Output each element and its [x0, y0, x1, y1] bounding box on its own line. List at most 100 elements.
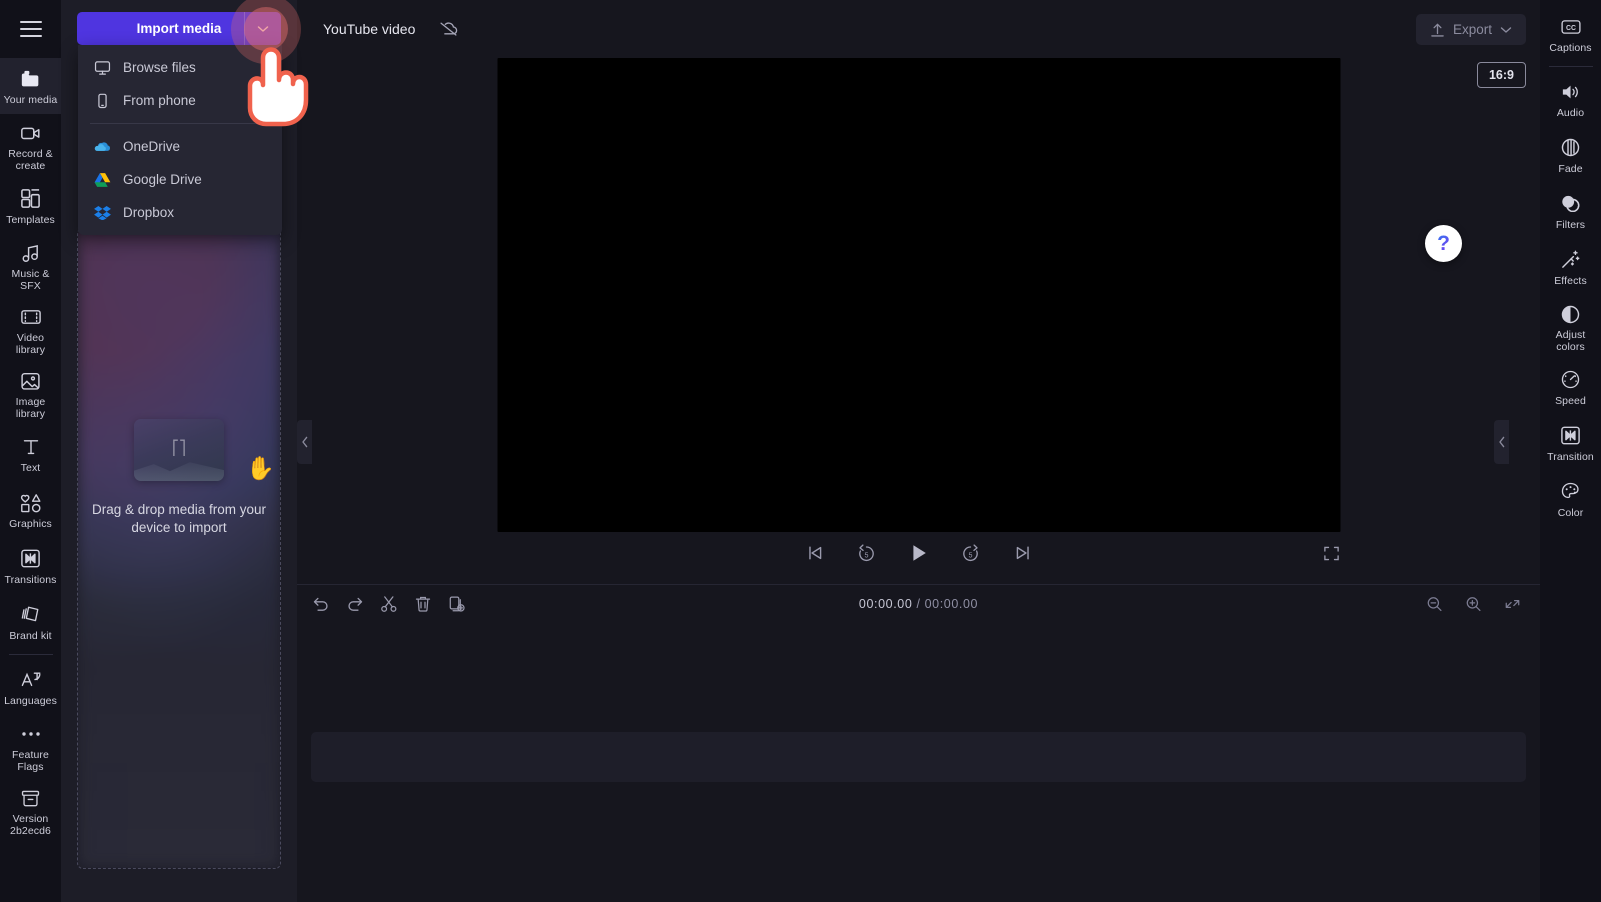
media-dropzone[interactable]: ⎡⎤ ✋ Drag & drop media from your device …: [77, 228, 281, 869]
menu-item-label: Dropbox: [123, 205, 174, 220]
left-sidebar: Your media Record & create Templates: [0, 0, 61, 902]
right-item-captions[interactable]: CC Captions: [1540, 6, 1601, 62]
right-item-label: Captions: [1549, 43, 1591, 55]
sidebar-item-record-create[interactable]: Record & create: [0, 114, 61, 178]
fullscreen-icon: [1323, 545, 1340, 562]
menu-item-google-drive[interactable]: Google Drive: [78, 163, 282, 196]
sidebar-item-templates[interactable]: Templates: [0, 178, 61, 234]
forward-5-seconds-button[interactable]: 5: [956, 538, 986, 568]
playback-controls: 5 5: [297, 538, 1540, 568]
zoom-in-icon: [1465, 595, 1482, 612]
fullscreen-button[interactable]: [1318, 540, 1344, 566]
collapse-right-panel-handle[interactable]: [1494, 420, 1509, 464]
top-bar: YouTube video Export: [297, 0, 1540, 58]
sidebar-item-languages[interactable]: Languages: [0, 659, 61, 715]
sidebar-divider: [9, 654, 53, 655]
menu-item-browse-files[interactable]: Browse files: [78, 51, 282, 84]
upload-icon: [1430, 22, 1445, 38]
menu-item-dropbox[interactable]: Dropbox: [78, 196, 282, 229]
right-item-label: Audio: [1557, 108, 1584, 120]
sidebar-item-label: Feature Flags: [2, 750, 59, 773]
help-glyph: ?: [1437, 232, 1450, 256]
skip-to-start-button[interactable]: [800, 538, 830, 568]
sidebar-item-your-media[interactable]: Your media: [0, 58, 61, 114]
split-button[interactable]: [373, 588, 404, 619]
help-button[interactable]: ?: [1425, 225, 1462, 262]
fit-to-screen-button[interactable]: [1497, 588, 1528, 619]
menu-item-from-phone[interactable]: From phone: [78, 84, 282, 117]
sidebar-item-label: Image library: [2, 397, 59, 420]
right-item-speed[interactable]: Speed: [1540, 359, 1601, 415]
chevron-down-icon: [1500, 26, 1512, 34]
sidebar-item-label: Transitions: [4, 575, 56, 587]
timeline-toolbar: 00:00.00 / 00:00.00: [297, 585, 1540, 622]
skip-to-end-button[interactable]: [1008, 538, 1038, 568]
menu-item-label: Google Drive: [123, 172, 202, 187]
timeline-track-empty[interactable]: [311, 732, 1526, 782]
right-item-fade[interactable]: Fade: [1540, 127, 1601, 183]
cloud-offline-icon: [438, 20, 459, 38]
sidebar-item-label: Record & create: [2, 149, 59, 172]
brand-kit-icon: [20, 604, 42, 626]
rewind-5-seconds-button[interactable]: 5: [852, 538, 882, 568]
right-item-effects[interactable]: Effects: [1540, 239, 1601, 295]
magic-wand-icon: [1560, 249, 1582, 271]
shapes-icon: [20, 492, 42, 514]
import-media-button[interactable]: Import media: [77, 12, 281, 45]
collapse-media-panel-handle[interactable]: [297, 420, 312, 464]
redo-icon: [346, 595, 364, 613]
google-drive-icon: [94, 172, 111, 187]
timeline-panel: 00:00.00 / 00:00.00: [297, 584, 1540, 902]
film-strip-icon: [20, 306, 42, 328]
media-folder-icon: [20, 68, 42, 90]
export-button[interactable]: Export: [1416, 14, 1526, 45]
speaker-icon: [1560, 81, 1582, 103]
zoom-out-button[interactable]: [1419, 588, 1450, 619]
right-item-label: Color: [1558, 508, 1584, 520]
aspect-ratio-button[interactable]: 16:9: [1477, 62, 1526, 88]
right-item-audio[interactable]: Audio: [1540, 71, 1601, 127]
dropzone-instruction-text: Drag & drop media from your device to im…: [84, 501, 274, 537]
sidebar-item-label: Your media: [4, 95, 58, 107]
right-item-transition[interactable]: Transition: [1540, 415, 1601, 471]
sidebar-item-image-library[interactable]: Image library: [0, 362, 61, 426]
current-time: 00:00.00: [859, 597, 912, 611]
timeline-tracks[interactable]: [297, 622, 1540, 902]
import-media-dropdown-toggle[interactable]: [244, 12, 281, 45]
templates-grid-icon: [20, 188, 42, 210]
right-item-label: Filters: [1556, 220, 1585, 232]
zoom-in-button[interactable]: [1458, 588, 1489, 619]
fit-to-screen-icon: [1504, 595, 1521, 612]
right-item-color[interactable]: Color: [1540, 471, 1601, 527]
redo-button[interactable]: [339, 588, 370, 619]
right-item-adjust-colors[interactable]: Adjust colors: [1540, 295, 1601, 359]
delete-button[interactable]: [407, 588, 438, 619]
sidebar-item-feature-flags[interactable]: Feature Flags: [0, 715, 61, 779]
import-menu-divider: [90, 123, 270, 124]
right-sidebar: CC Captions Audio Fade: [1540, 0, 1601, 902]
sidebar-item-brand-kit[interactable]: Brand kit: [0, 594, 61, 650]
sidebar-item-label: Version 2b2ecd6: [2, 814, 59, 837]
main-area: YouTube video Export 16:9: [297, 0, 1540, 902]
play-button[interactable]: [904, 538, 934, 568]
clipchamp-editor: Your media Record & create Templates: [0, 0, 1601, 902]
sidebar-item-version[interactable]: Version 2b2ecd6: [0, 779, 61, 843]
trash-icon: [414, 595, 432, 613]
sidebar-item-graphics[interactable]: Graphics: [0, 482, 61, 538]
sidebar-item-video-library[interactable]: Video library: [0, 298, 61, 362]
image-icon: [20, 370, 42, 392]
hamburger-menu-button[interactable]: [0, 0, 61, 58]
video-preview-canvas[interactable]: [497, 58, 1340, 532]
sidebar-item-music-sfx[interactable]: Music & SFX: [0, 234, 61, 298]
right-item-filters[interactable]: Filters: [1540, 183, 1601, 239]
duplicate-button[interactable]: [441, 588, 472, 619]
sidebar-item-transitions[interactable]: Transitions: [0, 538, 61, 594]
sidebar-item-text[interactable]: Text: [0, 426, 61, 482]
cloud-status-button[interactable]: [433, 15, 463, 44]
project-title[interactable]: YouTube video: [311, 15, 427, 44]
duplicate-icon: [448, 595, 466, 613]
undo-button[interactable]: [305, 588, 336, 619]
archive-box-icon: [20, 787, 42, 809]
skip-end-icon: [1013, 544, 1033, 562]
menu-item-onedrive[interactable]: OneDrive: [78, 130, 282, 163]
